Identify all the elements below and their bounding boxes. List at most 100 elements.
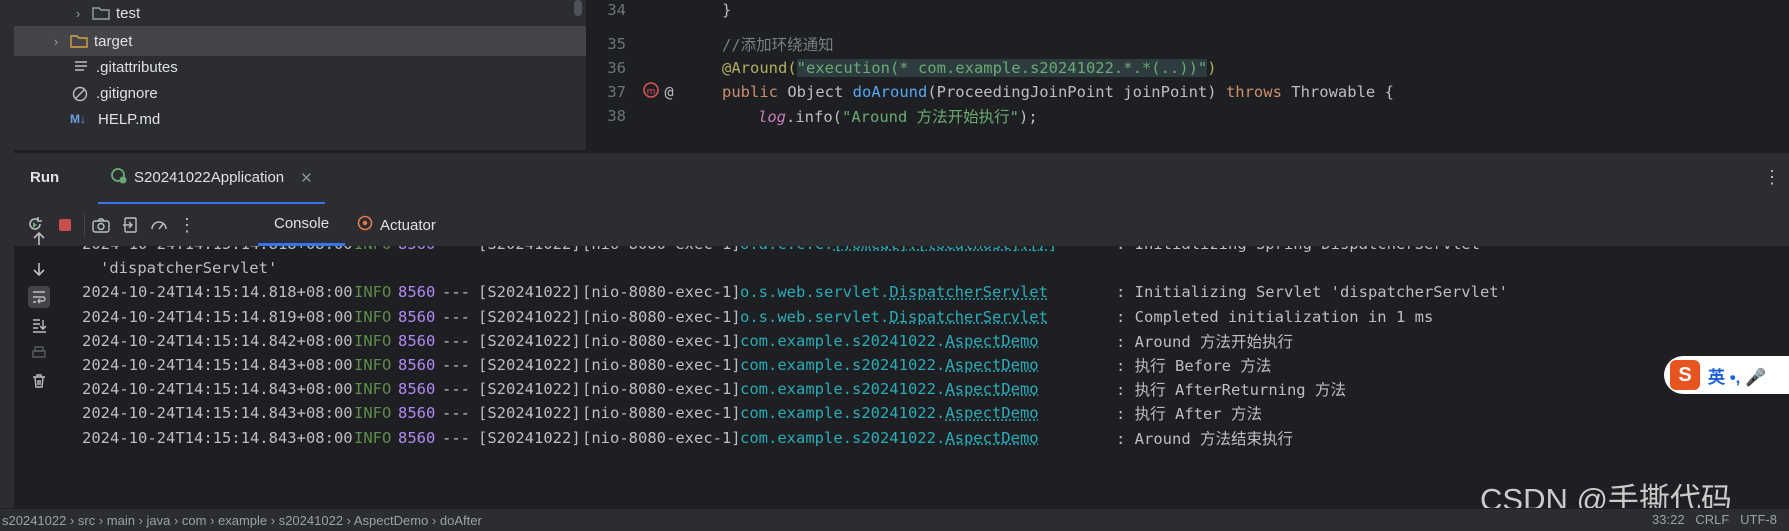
svg-text:m: m (647, 87, 656, 97)
log-separator: --- (442, 356, 470, 374)
log-pid: 8560 (398, 380, 435, 398)
log-logger-prefix: com.example.s20241022. (740, 356, 945, 374)
log-thread: [nio-8080-exec-1] (582, 404, 741, 422)
line-number: 36 (586, 59, 626, 77)
annotation-at-icon[interactable]: @ (664, 83, 673, 101)
log-thread: [nio-8080-exec-1] (582, 283, 741, 301)
arrow-up-icon[interactable] (28, 228, 50, 250)
more-options-icon[interactable]: ⋮ (1763, 167, 1781, 188)
log-level: INFO (354, 246, 391, 253)
line-number: 38 (586, 107, 626, 125)
log-logger-link[interactable]: AspectDemo (945, 380, 1038, 398)
log-logger-link[interactable]: AspectDemo (945, 429, 1038, 447)
arrow-down-icon[interactable] (28, 258, 50, 280)
log-thread: [nio-8080-exec-1] (582, 308, 741, 326)
run-config-tab[interactable]: S20241022Application ✕ (98, 153, 325, 205)
log-pid: 8560 (398, 404, 435, 422)
more-options-icon[interactable]: ⋮ (176, 214, 198, 236)
soft-wrap-icon[interactable] (28, 286, 50, 308)
log-logger: o.s.web.servlet.DispatcherServlet (740, 283, 1048, 301)
line-number: 34 (586, 1, 626, 19)
close-icon[interactable]: ✕ (300, 169, 313, 187)
log-pid: 8560 (398, 246, 435, 253)
camera-icon[interactable] (90, 214, 112, 236)
log-timestamp: 2024-10-24T14:15:14.843+08:00 (82, 429, 353, 447)
log-logger-link[interactable]: AspectDemo (945, 404, 1038, 422)
tree-item-help-md[interactable]: M↓ HELP.md (14, 104, 642, 134)
log-message: : Completed initialization in 1 ms (1116, 308, 1433, 326)
log-logger: com.example.s20241022.AspectDemo (740, 332, 1039, 350)
console-output[interactable]: 2024-10-24T14:15:14.818+08:00INFO8560---… (62, 246, 1789, 508)
log-separator: --- (442, 283, 470, 301)
tab-console[interactable]: Console (258, 204, 345, 246)
log-logger-link[interactable]: AspectDemo (945, 356, 1038, 374)
log-logger-prefix: com.example.s20241022. (740, 429, 945, 447)
folder-icon (92, 6, 110, 20)
log-thread: [nio-8080-exec-1] (582, 380, 741, 398)
log-level: INFO (354, 332, 391, 350)
log-app-name: [S20241022] (478, 332, 581, 350)
tree-item-label: target (94, 33, 132, 50)
run-config-label: S20241022Application (134, 169, 284, 186)
stop-icon[interactable] (54, 214, 76, 236)
log-message: : Initializing Spring DispatcherServlet (1116, 246, 1480, 253)
log-separator: --- (442, 308, 470, 326)
log-level: INFO (354, 404, 391, 422)
actuator-icon (356, 214, 374, 236)
code-comment: //添加环绕通知 (690, 33, 834, 55)
log-separator: --- (442, 246, 470, 253)
log-level: INFO (354, 429, 391, 447)
chevron-right-icon[interactable]: › (72, 6, 84, 21)
log-timestamp: 2024-10-24T14:15:14.843+08:00 (82, 404, 353, 422)
log-logger-prefix: o.s.web.servlet. (740, 283, 889, 301)
log-timestamp: 2024-10-24T14:15:14.818+08:00 (82, 246, 353, 253)
folder-icon (70, 34, 88, 48)
run-tool-window-header: Run S20241022Application ✕ ⋮ (14, 152, 1789, 205)
log-message: : Around 方法结束执行 (1116, 427, 1293, 449)
log-logger-link[interactable]: AspectDemo (945, 332, 1038, 350)
log-logger-link[interactable]: DispatcherServlet (889, 308, 1048, 326)
log-message: : 执行 After 方法 (1116, 402, 1262, 424)
log-pid: 8560 (398, 332, 435, 350)
print-icon[interactable] (28, 342, 50, 364)
log-logger: com.example.s20241022.AspectDemo (740, 380, 1039, 398)
tree-item-label: test (116, 5, 140, 22)
status-breadcrumb[interactable]: s20241022 › src › main › java › com › ex… (0, 513, 482, 528)
code-editor[interactable]: 34 } 35 //添加环绕通知 36 @Around("execution(*… (586, 0, 1789, 150)
log-pid: 8560 (398, 356, 435, 374)
code-type: Object (778, 83, 853, 101)
code-keyword: public (722, 83, 778, 101)
log-app-name: [S20241022] (478, 356, 581, 374)
project-tree: › test › target .gitattributes .gitignor… (14, 0, 586, 150)
log-app-name: [S20241022] (478, 246, 581, 253)
code-call: .info( (786, 108, 842, 126)
log-app-name: [S20241022] (478, 380, 581, 398)
gauge-icon[interactable] (148, 214, 170, 236)
log-message: : Initializing Servlet 'dispatcherServle… (1116, 283, 1508, 301)
ime-status: 英 •, 🎤 (1708, 363, 1766, 388)
tree-item-label: .gitattributes (96, 59, 178, 76)
log-app-name: [S20241022] (478, 308, 581, 326)
log-logger: com.example.s20241022.AspectDemo (740, 429, 1039, 447)
log-thread: [nio-8080-exec-1] (582, 429, 741, 447)
log-message: : 执行 Before 方法 (1116, 354, 1271, 376)
log-wrapped-text: 'dispatcherServlet' (100, 259, 277, 277)
tab-actuator[interactable]: Actuator (356, 204, 436, 246)
exit-icon[interactable] (120, 214, 142, 236)
line-number: 35 (586, 35, 626, 53)
status-right-info[interactable]: 33:22 CRLF UTF-8 (1652, 512, 1777, 527)
log-logger-link[interactable]: DispatcherServlet (889, 283, 1048, 301)
aspect-advice-icon[interactable]: m (642, 81, 660, 103)
ignore-file-icon (72, 86, 90, 100)
scroll-to-end-icon[interactable] (28, 314, 50, 336)
chevron-right-icon[interactable]: › (50, 34, 62, 49)
tree-item-test[interactable]: › test (14, 0, 644, 28)
log-app-name: [S20241022] (478, 404, 581, 422)
log-logger-link[interactable]: [Tomcat].[localhost].[/] (833, 246, 1057, 253)
sogou-logo-icon: S (1670, 360, 1700, 390)
code-rest: Throwable { (1282, 83, 1394, 101)
trash-icon[interactable] (28, 370, 50, 392)
toolbar-divider (84, 214, 85, 236)
ime-toolbar[interactable]: S 英 •, 🎤 (1664, 356, 1789, 394)
run-title: Run (30, 169, 59, 186)
